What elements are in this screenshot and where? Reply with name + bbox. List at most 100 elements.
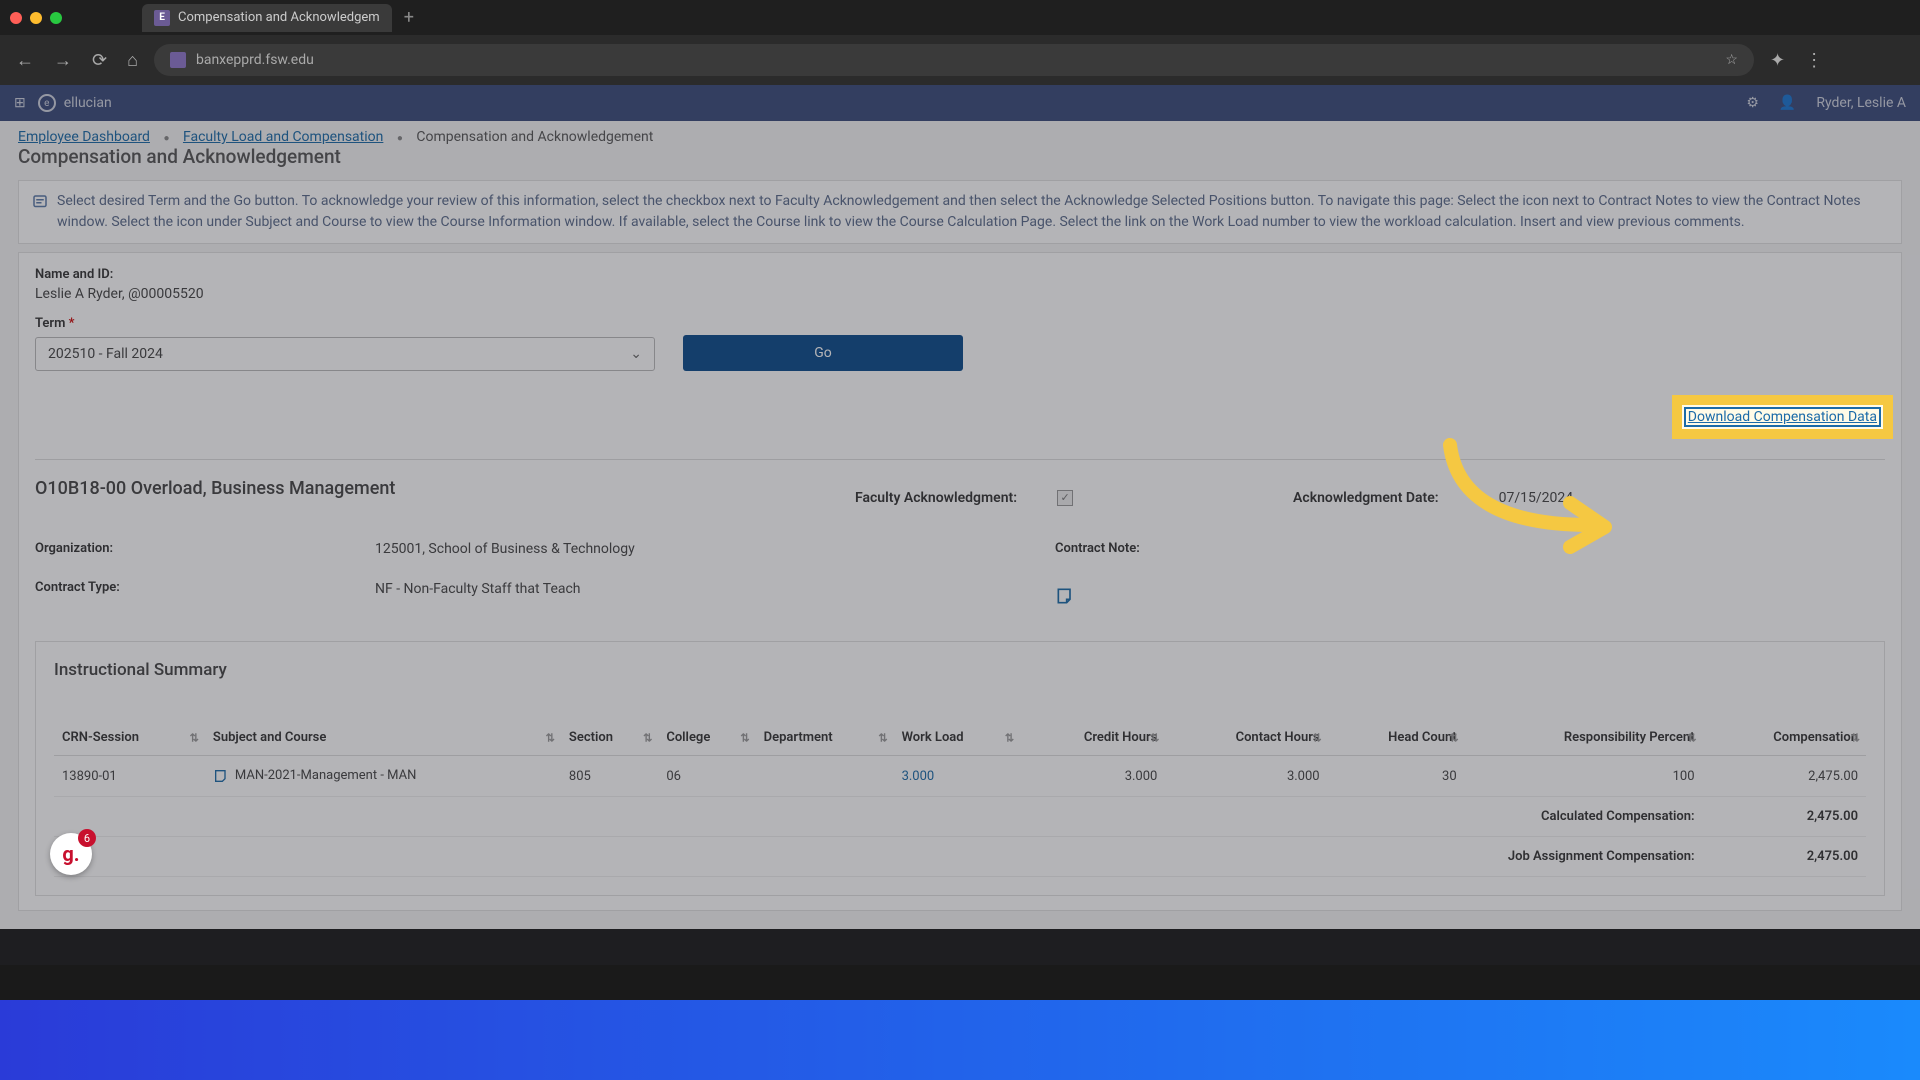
window-minimize-button[interactable] bbox=[30, 12, 42, 24]
sort-icon: ⇅ bbox=[1687, 731, 1696, 744]
job-comp-label: Job Assignment Compensation: bbox=[54, 837, 1703, 877]
cell-head: 30 bbox=[1328, 756, 1465, 797]
col-resp[interactable]: Responsibility Percent⇅ bbox=[1465, 720, 1703, 756]
tab-bar: E Compensation and Acknowledgem + bbox=[0, 0, 1920, 35]
term-label: Term * bbox=[35, 316, 1885, 331]
app-logo[interactable]: e ellucian bbox=[38, 94, 112, 112]
url-bar[interactable]: banxepprd.fsw.edu ☆ bbox=[154, 44, 1754, 76]
col-workload[interactable]: Work Load⇅ bbox=[894, 720, 1021, 756]
sort-icon: ⇅ bbox=[1851, 731, 1860, 744]
sort-icon: ⇅ bbox=[546, 731, 555, 744]
back-button[interactable]: ← bbox=[12, 46, 38, 75]
divider bbox=[35, 459, 1885, 460]
faculty-ack-label: Faculty Acknowledgment: bbox=[855, 490, 1017, 506]
grammarly-badge[interactable]: g. 6 bbox=[50, 833, 92, 875]
col-comp[interactable]: Compensation⇅ bbox=[1703, 720, 1866, 756]
instructional-summary-card: Instructional Summary CRN-Session⇅ Subje… bbox=[35, 641, 1885, 896]
calc-comp-label: Calculated Compensation: bbox=[54, 797, 1703, 837]
reload-button[interactable]: ⟳ bbox=[88, 46, 111, 75]
go-button[interactable]: Go bbox=[683, 335, 963, 371]
home-button[interactable]: ⌂ bbox=[123, 46, 142, 75]
bookmark-star-icon[interactable]: ☆ bbox=[1725, 52, 1738, 68]
calc-comp-value: 2,475.00 bbox=[1703, 797, 1866, 837]
cell-department bbox=[756, 756, 894, 797]
user-avatar-icon[interactable]: 👤 bbox=[1779, 95, 1796, 111]
ack-date-label: Acknowledgment Date: bbox=[1293, 490, 1439, 506]
app-header: ⊞ e ellucian ⚙ 👤 Ryder, Leslie A bbox=[0, 85, 1920, 121]
grammarly-icon: g. bbox=[62, 842, 79, 866]
col-department[interactable]: Department⇅ bbox=[756, 720, 894, 756]
url-favicon-icon bbox=[170, 52, 186, 68]
download-compensation-link[interactable]: Download Compensation Data bbox=[1680, 403, 1885, 431]
chevron-down-icon: ⌄ bbox=[630, 346, 642, 362]
window-close-button[interactable] bbox=[10, 12, 22, 24]
job-comp-value: 2,475.00 bbox=[1703, 837, 1866, 877]
brand-icon: e bbox=[38, 94, 56, 112]
browser-chrome: E Compensation and Acknowledgem + ← → ⟳ … bbox=[0, 0, 1920, 85]
browser-tab[interactable]: E Compensation and Acknowledgem bbox=[142, 4, 392, 32]
breadcrumb-link-dashboard[interactable]: Employee Dashboard bbox=[18, 129, 150, 145]
bottom-gradient bbox=[0, 1000, 1920, 1080]
name-id-value: Leslie A Ryder, @00005520 bbox=[35, 286, 1885, 302]
col-credit[interactable]: Credit Hours⇅ bbox=[1020, 720, 1165, 756]
sort-icon: ⇅ bbox=[1005, 731, 1014, 744]
faculty-ack-checkbox[interactable]: ✓ bbox=[1057, 490, 1073, 506]
traffic-lights bbox=[10, 12, 142, 24]
brand-name: ellucian bbox=[64, 95, 112, 111]
nav-bar: ← → ⟳ ⌂ banxepprd.fsw.edu ☆ ✦ ⋮ bbox=[0, 35, 1920, 85]
col-college[interactable]: College⇅ bbox=[658, 720, 755, 756]
name-id-label: Name and ID: bbox=[35, 267, 1885, 282]
calc-comp-row: Calculated Compensation: 2,475.00 bbox=[54, 797, 1866, 837]
col-crn[interactable]: CRN-Session⇅ bbox=[54, 720, 205, 756]
new-tab-button[interactable]: + bbox=[404, 7, 414, 28]
tab-title: Compensation and Acknowledgem bbox=[178, 10, 380, 25]
user-name: Ryder, Leslie A bbox=[1816, 95, 1906, 111]
contract-type-value: NF - Non-Faculty Staff that Teach bbox=[375, 581, 875, 597]
app-menu-icon[interactable]: ⊞ bbox=[14, 95, 26, 111]
cell-resp: 100 bbox=[1465, 756, 1703, 797]
job-comp-row: Job Assignment Compensation: 2,475.00 bbox=[54, 837, 1866, 877]
contract-note-label: Contract Note: bbox=[1055, 541, 1140, 556]
contract-note-icon[interactable] bbox=[1055, 586, 1075, 606]
extensions-icon[interactable]: ✦ bbox=[1766, 46, 1789, 75]
workload-link[interactable]: 3.000 bbox=[902, 769, 935, 784]
ack-date-value: 07/15/2024 bbox=[1499, 490, 1574, 506]
table-row: 13890-01 MAN-2021-Management - MAN 805 0… bbox=[54, 756, 1866, 797]
tab-favicon-icon: E bbox=[154, 10, 170, 26]
cell-crn: 13890-01 bbox=[54, 756, 205, 797]
col-head[interactable]: Head Count⇅ bbox=[1328, 720, 1465, 756]
breadcrumb-sep: ● bbox=[163, 133, 169, 144]
settings-gear-icon[interactable]: ⚙ bbox=[1746, 95, 1759, 111]
sort-icon: ⇅ bbox=[190, 731, 199, 744]
summary-table: CRN-Session⇅ Subject and Course⇅ Section… bbox=[54, 720, 1866, 877]
sort-icon: ⇅ bbox=[1312, 731, 1321, 744]
position-title: O10B18-00 Overload, Business Management bbox=[35, 478, 635, 499]
organization-label: Organization: bbox=[35, 541, 295, 556]
term-select[interactable]: 202510 - Fall 2024 ⌄ bbox=[35, 337, 655, 371]
course-info-icon[interactable] bbox=[213, 768, 229, 784]
col-contact[interactable]: Contact Hours⇅ bbox=[1165, 720, 1327, 756]
info-banner: Select desired Term and the Go button. T… bbox=[18, 180, 1902, 244]
form-card: Name and ID: Leslie A Ryder, @00005520 T… bbox=[18, 252, 1902, 911]
breadcrumb-link-faculty-load[interactable]: Faculty Load and Compensation bbox=[183, 129, 383, 145]
col-subject[interactable]: Subject and Course⇅ bbox=[205, 720, 561, 756]
term-selected-value: 202510 - Fall 2024 bbox=[48, 346, 163, 362]
sort-icon: ⇅ bbox=[1449, 731, 1458, 744]
breadcrumb-sep: ● bbox=[397, 133, 403, 144]
info-text: Select desired Term and the Go button. T… bbox=[57, 191, 1889, 233]
page-title: Compensation and Acknowledgement bbox=[18, 145, 341, 168]
window-maximize-button[interactable] bbox=[50, 12, 62, 24]
forward-button[interactable]: → bbox=[50, 46, 76, 75]
sort-icon: ⇅ bbox=[643, 731, 652, 744]
cell-comp: 2,475.00 bbox=[1703, 756, 1866, 797]
cell-workload: 3.000 bbox=[894, 756, 1021, 797]
breadcrumb-current: Compensation and Acknowledgement bbox=[416, 129, 653, 145]
organization-value: 125001, School of Business & Technology bbox=[375, 541, 875, 557]
cell-section: 805 bbox=[561, 756, 658, 797]
browser-menu-icon[interactable]: ⋮ bbox=[1801, 46, 1827, 75]
cell-credit: 3.000 bbox=[1020, 756, 1165, 797]
info-icon bbox=[31, 193, 49, 211]
col-section[interactable]: Section⇅ bbox=[561, 720, 658, 756]
sort-icon: ⇅ bbox=[1150, 731, 1159, 744]
grammarly-count: 6 bbox=[78, 829, 96, 847]
